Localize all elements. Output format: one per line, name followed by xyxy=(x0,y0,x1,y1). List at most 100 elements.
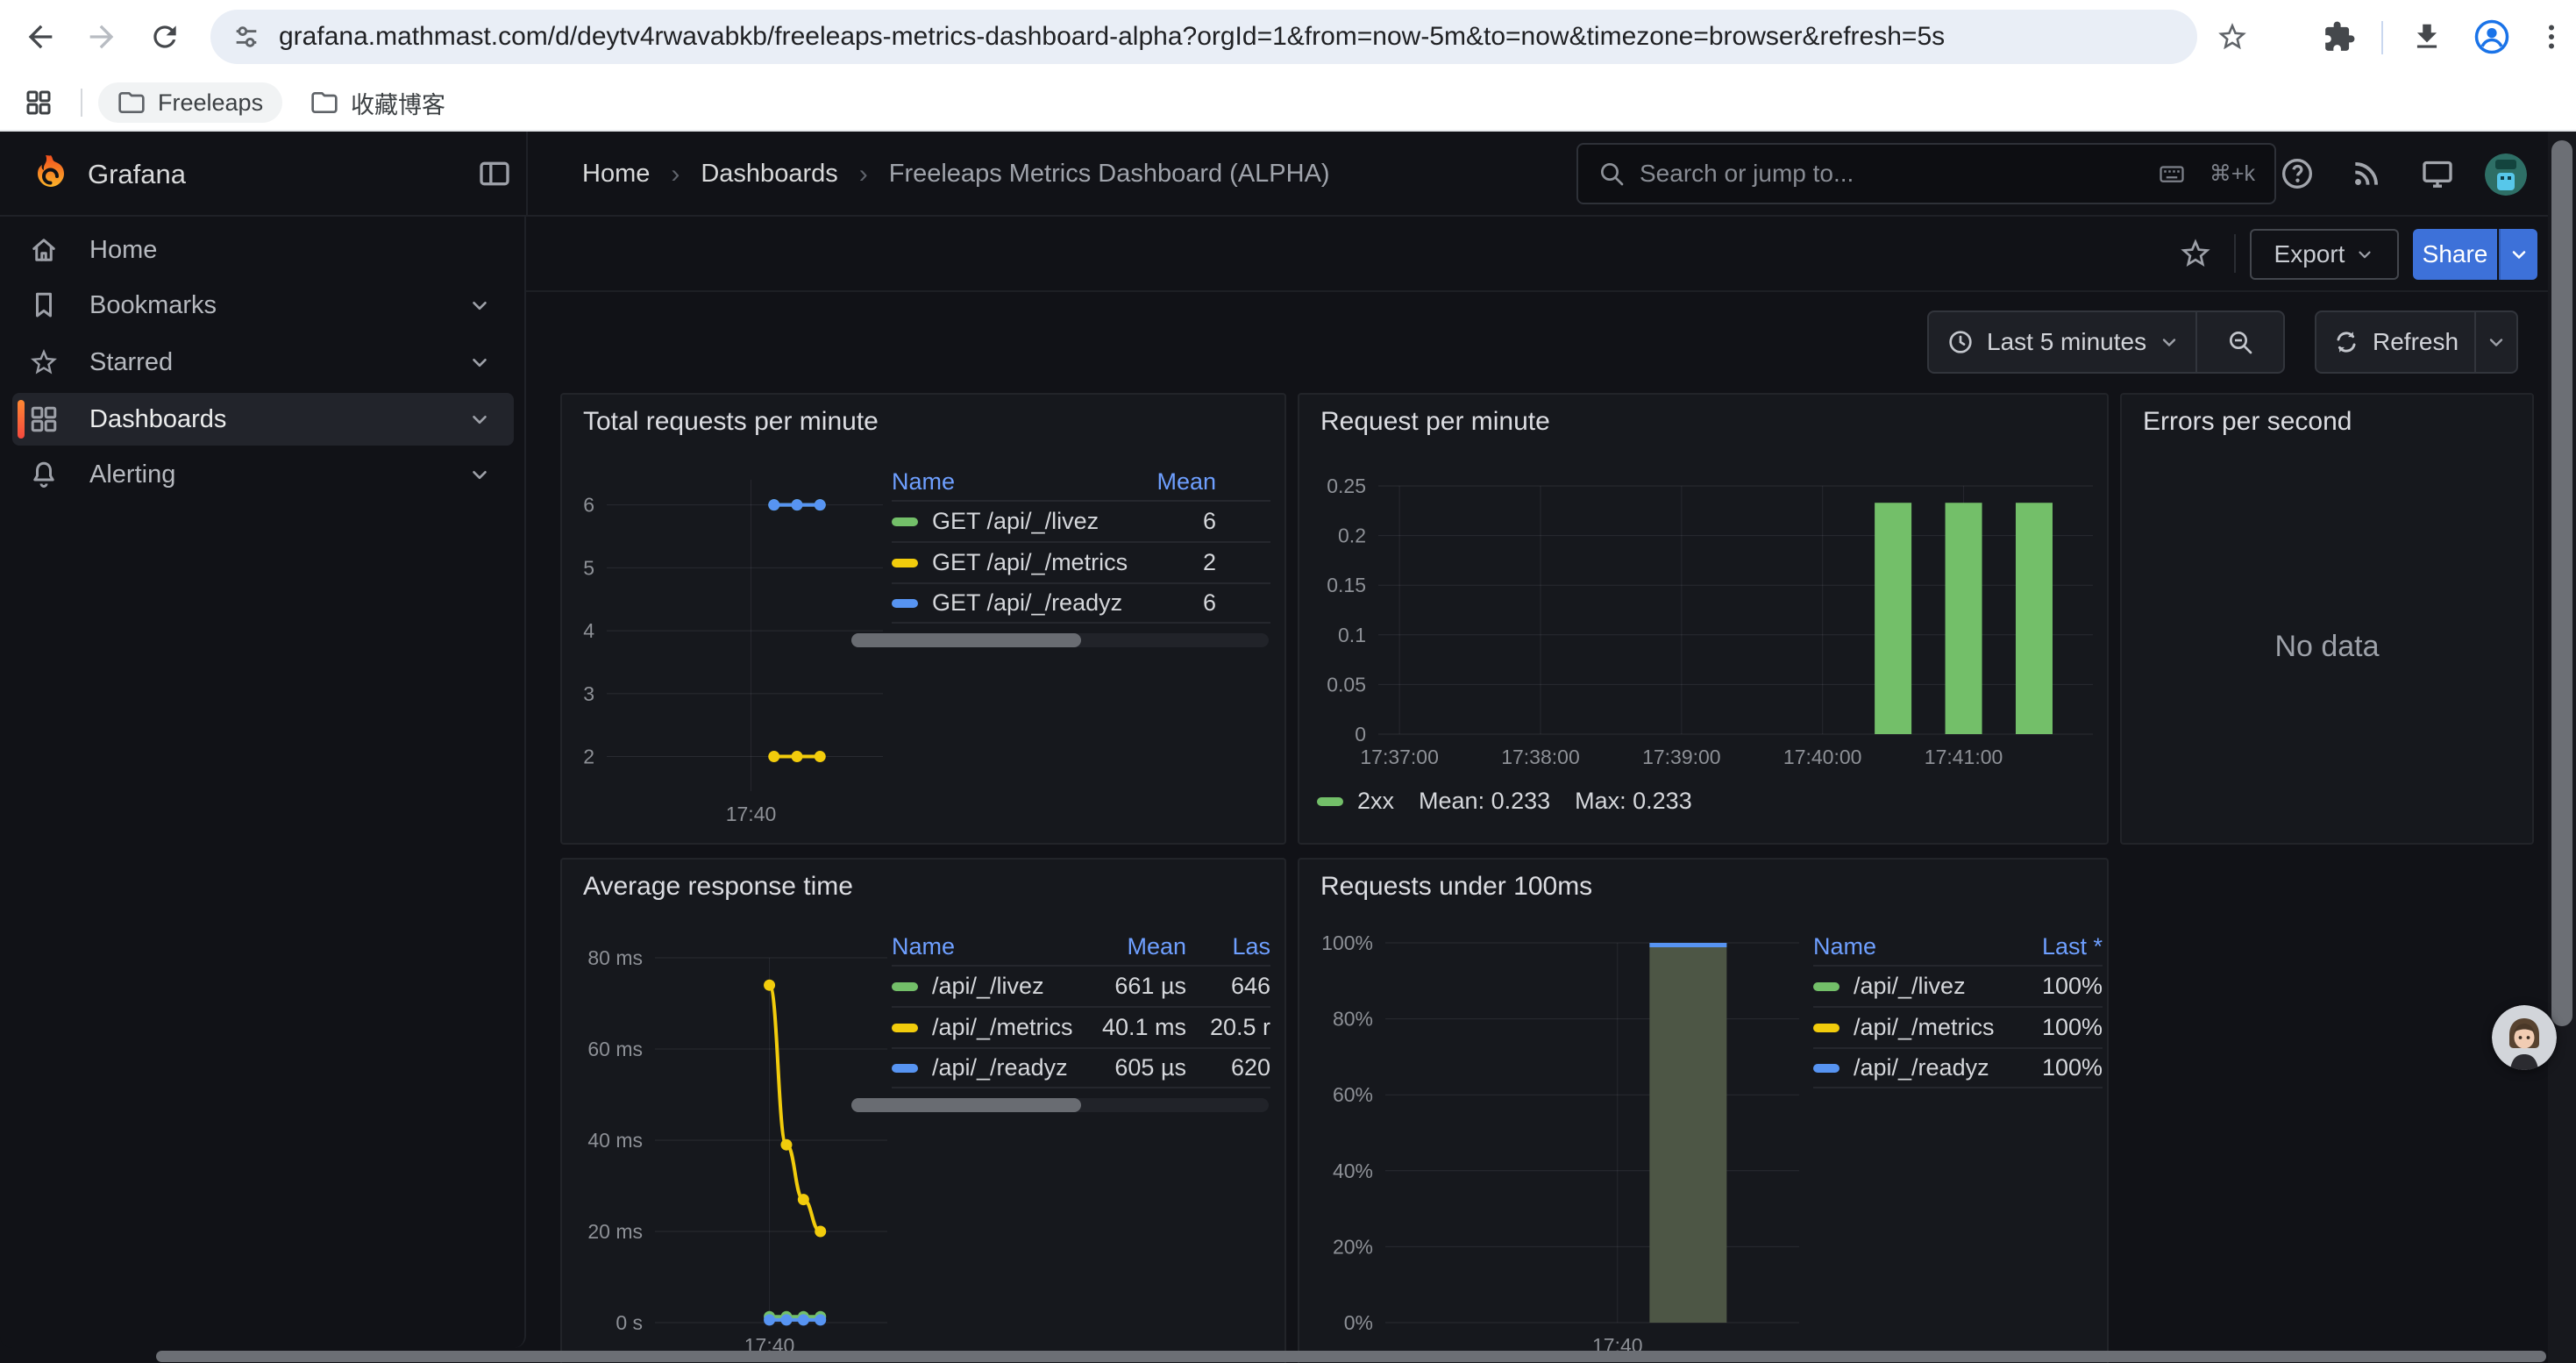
search-input[interactable]: Search or jump to... ⌘+k xyxy=(1576,143,2276,204)
svg-text:0%: 0% xyxy=(1344,1311,1373,1334)
panel-average-response-time: Average response time 80 ms60 ms40 ms20 … xyxy=(560,858,1286,1363)
legend-row-readyz[interactable]: /api/_/readyz 100% xyxy=(1813,1047,2103,1088)
user-avatar-image xyxy=(2485,153,2527,196)
reload-button[interactable] xyxy=(140,12,189,61)
legend-header-name[interactable]: Name xyxy=(892,468,1130,496)
favorite-dashboard-button[interactable] xyxy=(2178,236,2213,271)
svg-text:17:40: 17:40 xyxy=(726,803,777,825)
kiosk-mode-button[interactable] xyxy=(2418,154,2457,193)
help-button[interactable] xyxy=(2278,154,2316,193)
profile-button[interactable] xyxy=(2467,12,2516,61)
legend-scrollbar[interactable] xyxy=(851,633,1269,647)
menu-button[interactable] xyxy=(2527,12,2576,61)
sidebar-item-bookmarks[interactable]: Bookmarks xyxy=(12,279,514,332)
news-button[interactable] xyxy=(2347,154,2386,193)
legend-header-name[interactable]: Name xyxy=(892,933,1074,960)
apps-button[interactable] xyxy=(14,78,63,127)
back-icon xyxy=(23,19,58,54)
dashboards-grid-icon xyxy=(28,403,60,435)
chevron-down-icon[interactable] xyxy=(468,294,491,317)
site-settings-icon[interactable] xyxy=(231,22,261,52)
address-bar[interactable]: grafana.mathmast.com/d/deytv4rwavabkb/fr… xyxy=(210,10,2197,64)
legend-row-livez[interactable]: /api/_/livez 661 µs 646 xyxy=(892,965,1270,1006)
series-color-yellow xyxy=(892,559,918,567)
search-shortcut: ⌘+k xyxy=(2210,161,2255,187)
sidebar-item-dashboards[interactable]: Dashboards xyxy=(12,393,514,446)
home-icon xyxy=(28,234,60,266)
bookmark-star-button[interactable] xyxy=(2208,12,2257,61)
legend-header-name[interactable]: Name xyxy=(1813,933,2006,960)
reload-icon xyxy=(148,20,181,54)
sidebar-item-home[interactable]: Home xyxy=(12,224,514,276)
sidebar-item-starred[interactable]: Starred xyxy=(12,336,514,389)
legend-row-readyz[interactable]: /api/_/readyz 605 µs 620 xyxy=(892,1047,1270,1088)
dock-menu-toggle[interactable] xyxy=(477,156,512,191)
legend-header-last[interactable]: Last * xyxy=(2006,933,2103,960)
floating-assistant-avatar[interactable] xyxy=(2492,1005,2557,1070)
svg-text:0: 0 xyxy=(1355,723,1366,746)
legend-series-2xx[interactable]: 2xx xyxy=(1357,788,1394,815)
search-icon xyxy=(1598,160,1626,188)
legend-header-last[interactable]: Las xyxy=(1186,933,1270,960)
bookmark-label: 收藏博客 xyxy=(351,86,445,120)
puzzle-icon xyxy=(2323,20,2356,54)
bookmark-folder-blogs[interactable]: 收藏博客 xyxy=(291,82,465,123)
sidebar-item-label: Dashboards xyxy=(89,405,226,434)
legend-max: Max: 0.233 xyxy=(1575,788,1692,815)
back-button[interactable] xyxy=(16,12,65,61)
legend-table: Name Mean GET /api/_/livez 6 GET /api/_/… xyxy=(892,463,1270,624)
legend-scrollbar-thumb[interactable] xyxy=(851,1098,1081,1112)
breadcrumb-dashboards[interactable]: Dashboards xyxy=(701,160,837,189)
mega-menu: Home Bookmarks Starred Dashboards Alerti… xyxy=(0,217,526,1348)
refresh-button[interactable]: Refresh xyxy=(2373,328,2459,356)
legend-row-metrics[interactable]: /api/_/metrics 100% xyxy=(1813,1006,2103,1047)
legend-scrollbar[interactable] xyxy=(851,1098,1269,1112)
vertical-scrollbar-thumb[interactable] xyxy=(2551,140,2572,1026)
zoom-out-button[interactable] xyxy=(2197,328,2283,356)
zoom-out-icon xyxy=(2226,328,2254,356)
chevron-down-icon[interactable] xyxy=(2159,332,2180,353)
svg-text:17:38:00: 17:38:00 xyxy=(1501,746,1580,768)
svg-text:0.1: 0.1 xyxy=(1338,624,1366,646)
panel-title[interactable]: Errors per second xyxy=(2143,407,2352,437)
series-color-blue xyxy=(892,1064,918,1073)
legend-row-readyz[interactable]: GET /api/_/readyz 6 xyxy=(892,582,1270,624)
legend-row-metrics[interactable]: GET /api/_/metrics 2 xyxy=(892,541,1270,582)
chevron-down-icon xyxy=(2508,244,2530,265)
chevron-down-icon[interactable] xyxy=(468,408,491,431)
request-per-minute-chart[interactable]: 0.250.20.150.10.05017:37:0017:38:0017:39… xyxy=(1299,395,2109,845)
sidebar-item-alerting[interactable]: Alerting xyxy=(12,448,514,501)
series-color-blue xyxy=(1813,1064,1839,1073)
rss-icon xyxy=(2350,157,2383,190)
time-range-picker[interactable]: Last 5 minutes xyxy=(1987,328,2146,356)
legend-header-mean[interactable]: Mean xyxy=(1074,933,1186,960)
legend-header-mean[interactable]: Mean xyxy=(1130,468,1270,496)
time-range-group: Last 5 minutes xyxy=(1927,310,2285,374)
bookmark-folder-freeleaps[interactable]: Freeleaps xyxy=(98,82,282,123)
downloads-button[interactable] xyxy=(2402,12,2451,61)
chevron-down-icon[interactable] xyxy=(468,351,491,374)
chevron-down-icon[interactable] xyxy=(468,463,491,486)
legend-row-livez[interactable]: GET /api/_/livez 6 xyxy=(892,500,1270,541)
share-menu-button[interactable] xyxy=(2499,229,2537,280)
forward-button[interactable] xyxy=(77,12,126,61)
user-avatar[interactable] xyxy=(2485,153,2527,196)
refresh-interval-button[interactable] xyxy=(2476,332,2516,353)
kebab-icon xyxy=(2536,21,2567,53)
export-label: Export xyxy=(2274,240,2345,268)
horizontal-scrollbar-thumb[interactable] xyxy=(156,1351,2546,1362)
share-button[interactable]: Share xyxy=(2413,229,2497,280)
svg-text:80%: 80% xyxy=(1333,1008,1373,1031)
export-button[interactable]: Export xyxy=(2250,229,2399,280)
svg-text:40 ms: 40 ms xyxy=(587,1129,643,1152)
legend-scrollbar-thumb[interactable] xyxy=(851,633,1081,647)
svg-text:5: 5 xyxy=(583,556,594,579)
legend-mean: Mean: 0.233 xyxy=(1419,788,1550,815)
legend-row-livez[interactable]: /api/_/livez 100% xyxy=(1813,965,2103,1006)
grafana-logo[interactable] xyxy=(30,153,72,195)
star-icon xyxy=(2216,20,2249,54)
breadcrumb-home[interactable]: Home xyxy=(582,160,650,189)
legend-row-metrics[interactable]: /api/_/metrics 40.1 ms 20.5 r xyxy=(892,1006,1270,1047)
series-color-yellow xyxy=(892,1024,918,1032)
extensions-button[interactable] xyxy=(2315,12,2364,61)
